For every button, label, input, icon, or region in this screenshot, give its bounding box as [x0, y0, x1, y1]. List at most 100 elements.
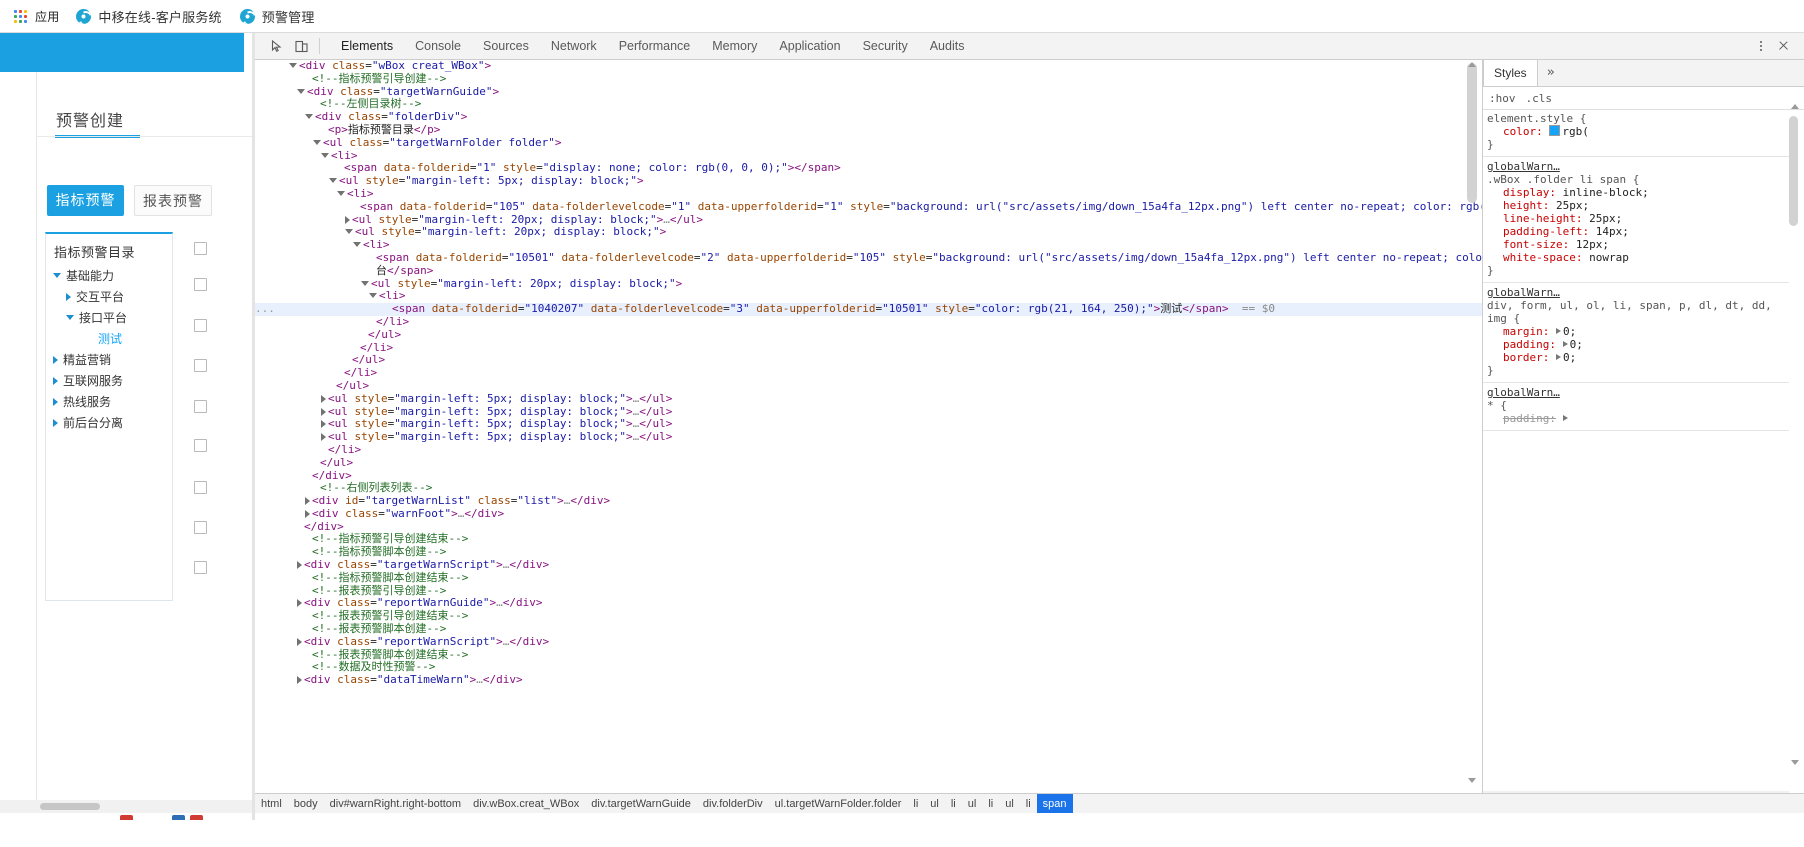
devtools-tab-memory[interactable]: Memory	[701, 33, 768, 60]
tab-target-warning[interactable]: 指标预警	[47, 185, 124, 216]
scroll-up-arrow-icon[interactable]	[1468, 62, 1476, 67]
bookmark-item-1[interactable]: 中移在线-客户服务统	[67, 4, 230, 29]
dom-line-35[interactable]: <div class="warnFoot">…</div>	[255, 507, 1482, 521]
cls-toggle[interactable]: .cls	[1526, 92, 1553, 105]
row-checkbox-8[interactable]	[194, 561, 207, 574]
style-rule-3[interactable]: globalWarn… * {padding:	[1483, 383, 1789, 431]
scroll-down-arrow-icon[interactable]	[1468, 778, 1476, 783]
dom-line-9[interactable]: <ul style="margin-left: 5px; display: bl…	[255, 174, 1482, 188]
breadcrumb-item-9[interactable]: li	[945, 794, 962, 814]
device-toolbar-icon[interactable]	[289, 35, 313, 58]
style-declaration-0[interactable]: margin: 0;	[1487, 325, 1789, 338]
dom-line-2[interactable]: <div class="targetWarnGuide">	[255, 85, 1482, 99]
breadcrumb-item-13[interactable]: li	[1020, 794, 1037, 814]
breadcrumb-item-1[interactable]: body	[288, 794, 324, 814]
caret-right-icon[interactable]	[53, 418, 58, 427]
style-rule-1[interactable]: globalWarn… .wBox .folder li span {displa…	[1483, 157, 1789, 283]
dom-line-30[interactable]: </li>	[255, 443, 1482, 457]
dom-line-19[interactable]: ... <span data-folderid="1040207" data-fo…	[255, 302, 1482, 316]
kebab-menu-icon[interactable]	[1750, 35, 1772, 57]
catalog-node-2[interactable]: 接口平台	[46, 307, 172, 328]
breadcrumb-item-0[interactable]: html	[255, 794, 288, 814]
devtools-tab-elements[interactable]: Elements	[330, 33, 404, 60]
style-declaration-4[interactable]: font-size: 12px;	[1487, 238, 1789, 251]
devtools-tab-console[interactable]: Console	[404, 33, 472, 60]
breadcrumb-item-2[interactable]: div#warnRight.right-bottom	[324, 794, 467, 814]
caret-right-icon[interactable]	[53, 355, 58, 364]
breadcrumb-item-5[interactable]: div.folderDiv	[697, 794, 769, 814]
devtools-tab-application[interactable]: Application	[768, 33, 851, 60]
breadcrumb-item-7[interactable]: li	[907, 794, 924, 814]
dom-line-24[interactable]: </li>	[255, 366, 1482, 380]
dom-line-20[interactable]: </li>	[255, 315, 1482, 329]
caret-down-icon[interactable]	[66, 315, 74, 320]
devtools-tab-audits[interactable]: Audits	[919, 33, 976, 60]
style-declaration-0[interactable]: padding:	[1487, 412, 1789, 425]
style-declaration-0[interactable]: display: inline-block;	[1487, 186, 1789, 199]
caret-right-icon[interactable]	[53, 376, 58, 385]
tab-report-warning[interactable]: 报表预警	[134, 185, 212, 216]
breadcrumb-item-11[interactable]: li	[982, 794, 999, 814]
hov-toggle[interactable]: :hov	[1489, 92, 1516, 105]
scrollbar-thumb[interactable]	[40, 803, 100, 810]
row-checkbox-0[interactable]	[194, 242, 207, 255]
breadcrumb-item-4[interactable]: div.targetWarnGuide	[585, 794, 697, 814]
row-checkbox-3[interactable]	[194, 359, 207, 372]
dom-line-46[interactable]: <!--报表预警脚本创建结束-->	[255, 648, 1482, 662]
dom-line-21[interactable]: </ul>	[255, 328, 1482, 342]
row-checkbox-4[interactable]	[194, 400, 207, 413]
style-declaration-3[interactable]: padding-left: 14px;	[1487, 225, 1789, 238]
caret-down-icon[interactable]	[53, 273, 61, 278]
styles-rules-list[interactable]: element.style {color: rgb(} globalWarn… .w…	[1483, 109, 1789, 805]
styles-more-tabs-icon[interactable]: »	[1538, 60, 1564, 86]
dom-line-6[interactable]: <ul class="targetWarnFolder folder">	[255, 136, 1482, 150]
dom-line-29[interactable]: <ul style="margin-left: 5px; display: bl…	[255, 430, 1482, 444]
catalog-node-5[interactable]: 互联网服务	[46, 370, 172, 391]
styles-scroll-down-icon[interactable]	[1791, 760, 1799, 765]
catalog-node-4[interactable]: 精益营销	[46, 349, 172, 370]
caret-right-icon[interactable]	[53, 397, 58, 406]
breadcrumb-item-14[interactable]: span	[1036, 794, 1073, 814]
style-rule-source[interactable]: globalWarn…	[1487, 286, 1789, 299]
catalog-node-0[interactable]: 基础能力	[46, 265, 172, 286]
style-rule-2[interactable]: globalWarn… div, form, ul, ol, li, span, …	[1483, 283, 1789, 383]
style-declaration-2[interactable]: border: 0;	[1487, 351, 1789, 364]
devtools-tab-security[interactable]: Security	[852, 33, 919, 60]
dom-line-32[interactable]: </div>	[255, 469, 1482, 483]
row-checkbox-2[interactable]	[194, 319, 207, 332]
inspect-cursor-icon[interactable]	[265, 35, 289, 58]
dom-line-23[interactable]: </ul>	[255, 353, 1482, 367]
style-declaration-1[interactable]: padding: 0;	[1487, 338, 1789, 351]
dom-line-15[interactable]: <span data-folderid="10501" data-folderl…	[255, 251, 1482, 265]
style-declaration-5[interactable]: white-space: nowrap	[1487, 251, 1789, 264]
caret-right-icon[interactable]	[66, 292, 71, 301]
catalog-node-7[interactable]: 前后台分离	[46, 412, 172, 433]
style-rule-source[interactable]: globalWarn…	[1487, 160, 1789, 173]
catalog-node-6[interactable]: 热线服务	[46, 391, 172, 412]
breadcrumb-item-3[interactable]: div.wBox.creat_WBox	[467, 794, 585, 814]
breadcrumb-item-12[interactable]: ul	[999, 794, 1020, 814]
bookmark-item-2[interactable]: 预警管理	[231, 4, 324, 29]
breadcrumb-item-6[interactable]: ul.targetWarnFolder.folder	[769, 794, 908, 814]
devtools-tab-network[interactable]: Network	[540, 33, 608, 60]
catalog-node-3[interactable]: 测试	[46, 328, 172, 349]
close-icon[interactable]	[1772, 35, 1796, 57]
row-checkbox-7[interactable]	[194, 521, 207, 534]
tab-styles[interactable]: Styles	[1483, 59, 1538, 86]
style-declaration-1[interactable]: height: 25px;	[1487, 199, 1789, 212]
dom-tree[interactable]: <div class="wBox creat_WBox"> <!--指标预警引导创…	[255, 60, 1482, 793]
bookmark-apps[interactable]: 应用	[6, 5, 67, 28]
dom-line-13[interactable]: <ul style="margin-left: 20px; display: b…	[255, 225, 1482, 239]
style-declaration-2[interactable]: line-height: 25px;	[1487, 212, 1789, 225]
style-rule-0[interactable]: element.style {color: rgb(}	[1483, 109, 1789, 157]
styles-scroll-up-icon[interactable]	[1791, 104, 1799, 109]
dom-line-17[interactable]: <ul style="margin-left: 20px; display: b…	[255, 277, 1482, 291]
style-rule-source[interactable]: globalWarn…	[1487, 386, 1789, 399]
devtools-tab-sources[interactable]: Sources	[472, 33, 540, 60]
row-checkbox-6[interactable]	[194, 481, 207, 494]
breadcrumb-item-10[interactable]: ul	[962, 794, 983, 814]
dom-vertical-scrollbar-thumb[interactable]	[1467, 63, 1477, 203]
dom-line-31[interactable]: </ul>	[255, 456, 1482, 470]
style-declaration-0[interactable]: color: rgb(	[1487, 125, 1789, 138]
row-checkbox-5[interactable]	[194, 439, 207, 452]
